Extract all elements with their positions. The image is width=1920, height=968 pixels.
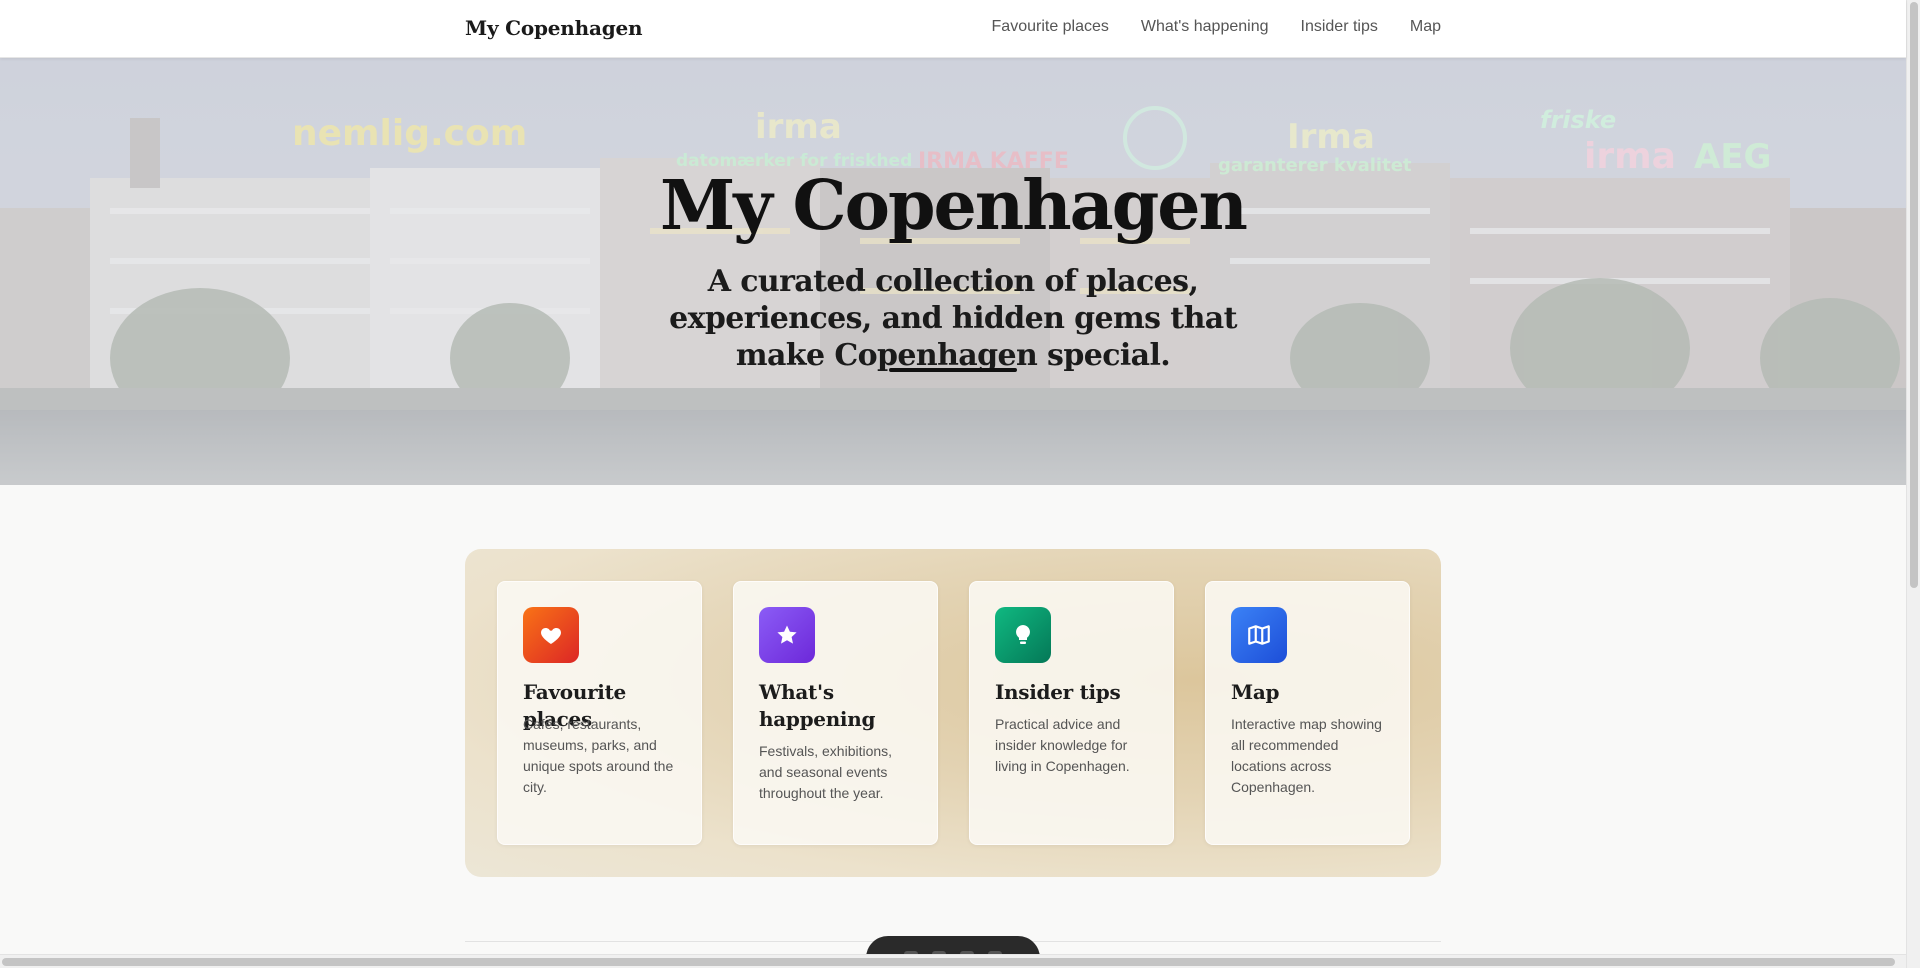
card-title: Map (1231, 680, 1280, 704)
nav-link-insider-tips[interactable]: Insider tips (1301, 18, 1378, 36)
map-icon (1231, 607, 1287, 663)
card-map[interactable]: Map Interactive map showing all recommen… (1205, 581, 1410, 845)
card-description: Festivals, exhibitions, and seasonal eve… (759, 743, 893, 801)
sections-panel: Favourite places Cafés, restaurants, mus… (465, 549, 1441, 877)
hero-subtitle: A curated collection of places, experien… (669, 264, 1237, 373)
lightbulb-icon (995, 607, 1051, 663)
nav-link-map[interactable]: Map (1410, 18, 1441, 36)
card-whats-happening[interactable]: What's happening Festivals, exhibitions,… (733, 581, 938, 845)
card-description: Practical advice and insider knowledge f… (995, 716, 1130, 774)
nav-link-favourite-places[interactable]: Favourite places (992, 18, 1109, 36)
nav-link-whats-happening[interactable]: What's happening (1141, 18, 1269, 36)
horizontal-scrollbar-thumb[interactable] (2, 958, 1895, 966)
card-title: What's happening (759, 680, 876, 731)
vertical-scrollbar[interactable] (1906, 0, 1920, 968)
hero-title: My Copenhagen (660, 166, 1248, 246)
card-description: Interactive map showing all recommended … (1231, 716, 1382, 795)
star-icon (759, 607, 815, 663)
heart-icon (523, 607, 579, 663)
brand-logo[interactable]: My Copenhagen (465, 16, 643, 40)
horizontal-scrollbar[interactable] (0, 954, 1906, 968)
card-description: Cafés, restaurants, museums, parks, and … (523, 716, 674, 795)
card-favourite-places[interactable]: Favourite places Cafés, restaurants, mus… (497, 581, 702, 845)
hero-divider (889, 368, 1017, 372)
site-header: My Copenhagen Favourite places What's ha… (0, 0, 1906, 58)
hero-banner: nemlig.com irma datomærker for friskhed … (0, 58, 1906, 485)
card-insider-tips[interactable]: Insider tips Practical advice and inside… (969, 581, 1174, 845)
vertical-scrollbar-thumb[interactable] (1910, 2, 1918, 588)
card-title: Insider tips (995, 680, 1121, 704)
main-nav: Favourite places What's happening Inside… (992, 18, 1441, 36)
